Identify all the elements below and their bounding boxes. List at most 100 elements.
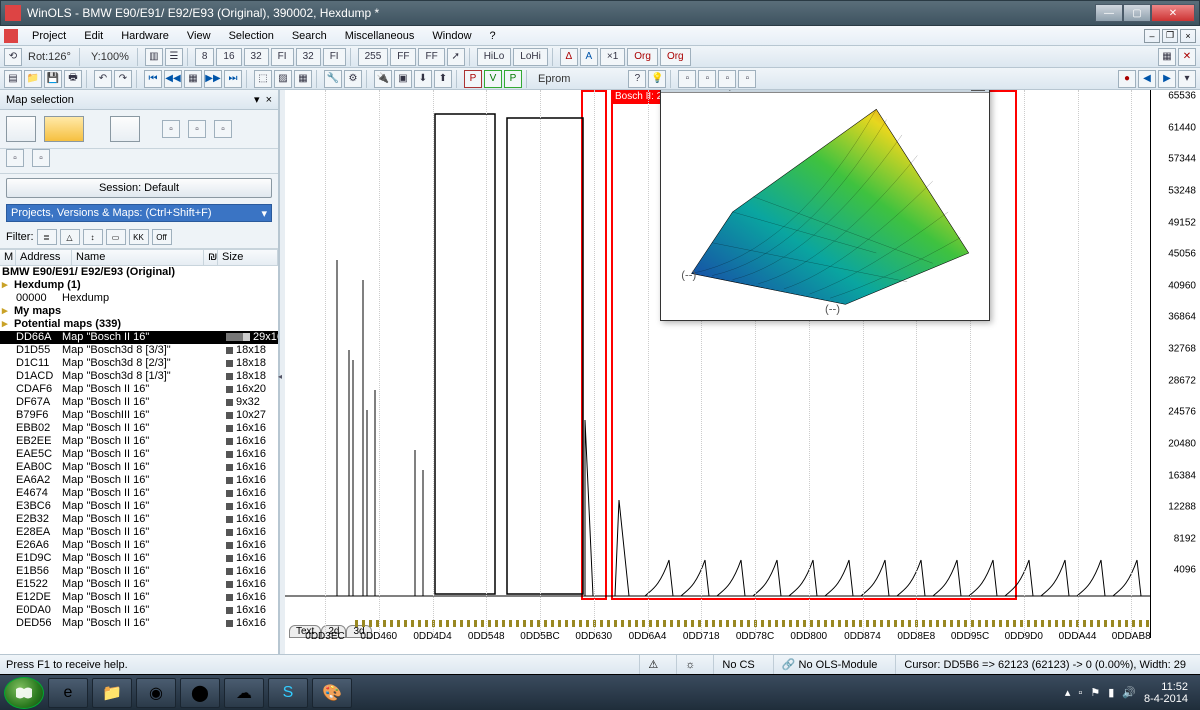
redo-icon[interactable]: ↷ — [114, 70, 132, 88]
new-icon[interactable]: ▤ — [4, 70, 22, 88]
mdi-minimize[interactable]: – — [1144, 29, 1160, 43]
chip-icon[interactable]: ▦ — [1158, 48, 1176, 66]
panel-close-icon[interactable]: × — [266, 94, 272, 106]
list-item[interactable]: 00000Hexdump — [0, 292, 278, 305]
tray-vol-icon[interactable]: 🔊 — [1122, 686, 1136, 699]
col-address[interactable]: Address — [16, 250, 72, 265]
x1-button[interactable]: ×1 — [600, 48, 625, 66]
rec-icon[interactable]: ● — [1118, 70, 1136, 88]
tray-up-icon[interactable]: ▴ — [1065, 686, 1071, 699]
minimize-button[interactable]: — — [1095, 4, 1123, 22]
taskbar-skype-icon[interactable]: S — [268, 678, 308, 708]
t2-icon[interactable]: ▫ — [698, 70, 716, 88]
val-ff1[interactable]: FF — [390, 48, 416, 66]
refresh-icon[interactable]: ⟲ — [4, 48, 22, 66]
t3-icon[interactable]: ▫ — [718, 70, 736, 88]
list-item[interactable]: CDAF6Map "Bosch II 16"16x20 — [0, 383, 278, 396]
system-tray[interactable]: ▴ ▫ ⚑ ▮ 🔊 11:52 8-4-2014 — [1057, 681, 1196, 705]
float-fi1[interactable]: FI — [271, 48, 294, 66]
arrow-icon[interactable]: ➚ — [447, 48, 465, 66]
list-item[interactable]: B79F6Map "BoschIII 16"10x27 — [0, 409, 278, 422]
menu-hardware[interactable]: Hardware — [113, 28, 177, 44]
download-icon[interactable]: ⬇ — [414, 70, 432, 88]
chip2-icon[interactable]: ▣ — [394, 70, 412, 88]
search-combo[interactable]: Projects, Versions & Maps: (Ctrl+Shift+F… — [6, 204, 272, 222]
filter-btn-off[interactable]: Off — [152, 229, 172, 245]
list-item[interactable]: E28EAMap "Bosch II 16"16x16 — [0, 526, 278, 539]
nav-last-icon[interactable]: ⏭ — [224, 70, 242, 88]
lt3-icon[interactable]: ▫ — [214, 120, 232, 138]
org2-button[interactable]: Org — [660, 48, 691, 66]
menu-window[interactable]: Window — [424, 28, 479, 44]
save-icon[interactable]: 💾 — [44, 70, 62, 88]
help-pointer-icon[interactable]: ? — [628, 70, 646, 88]
list-item[interactable]: ▸Hexdump (1) — [0, 279, 278, 292]
maximize-button[interactable]: ▢ — [1123, 4, 1151, 22]
select-a-icon[interactable]: ⬚ — [254, 70, 272, 88]
val-255[interactable]: 255 — [358, 48, 389, 66]
lt5-icon[interactable]: ▫ — [32, 149, 50, 167]
t1-icon[interactable]: ▫ — [678, 70, 696, 88]
list-item[interactable]: EBB02Map "Bosch II 16"16x16 — [0, 422, 278, 435]
bits-8[interactable]: 8 — [195, 48, 215, 66]
close-tool-icon[interactable]: ✕ — [1178, 48, 1196, 66]
list-item[interactable]: EB2EEMap "Bosch II 16"16x16 — [0, 435, 278, 448]
lt1-icon[interactable]: ▫ — [162, 120, 180, 138]
help-bulb-icon[interactable]: 💡 — [648, 70, 666, 88]
list-item[interactable]: EAE5CMap "Bosch II 16"16x16 — [0, 448, 278, 461]
list-item[interactable]: E0DA0Map "Bosch II 16"16x16 — [0, 604, 278, 617]
list-item[interactable]: D1D55Map "Bosch3d 8 [3/3]"18x18 — [0, 344, 278, 357]
tray-app-icon[interactable]: ▫ — [1078, 687, 1082, 699]
nav-first-icon[interactable]: ⏮ — [144, 70, 162, 88]
session-button[interactable]: Session: Default — [6, 178, 272, 198]
list-item[interactable]: E4674Map "Bosch II 16"16x16 — [0, 487, 278, 500]
taskbar-winols-icon[interactable]: ⬤ — [180, 678, 220, 708]
filter-btn-3[interactable]: ↕ — [83, 229, 103, 245]
filter-btn-2[interactable]: △ — [60, 229, 80, 245]
t4-icon[interactable]: ▫ — [738, 70, 756, 88]
play-prev-icon[interactable]: ◀ — [1138, 70, 1156, 88]
list-item[interactable]: E1522Map "Bosch II 16"16x16 — [0, 578, 278, 591]
map-list[interactable]: BMW E90/E91/ E92/E93 (Original)▸Hexdump … — [0, 266, 278, 654]
list-item[interactable]: ▸My maps — [0, 305, 278, 318]
menu-project[interactable]: Project — [24, 28, 74, 44]
col-size[interactable]: Size — [218, 250, 278, 265]
taskbar-cloud-icon[interactable]: ☁ — [224, 678, 264, 708]
view-bars-icon[interactable]: ▥ — [145, 48, 163, 66]
taskbar-paint-icon[interactable]: 🎨 — [312, 678, 352, 708]
col-m[interactable]: M — [0, 250, 16, 265]
taskbar-ie-icon[interactable]: е — [48, 678, 88, 708]
filter-btn-5[interactable]: KK — [129, 229, 149, 245]
preview-window[interactable]: Preview : Map "Bosch II 16" × — [660, 90, 990, 321]
delta-button[interactable]: Δ — [560, 48, 578, 66]
mdi-close[interactable]: × — [1180, 29, 1196, 43]
p-button[interactable]: P — [464, 70, 482, 88]
menu-help[interactable]: ? — [482, 28, 504, 44]
p2-button[interactable]: P — [504, 70, 522, 88]
select-c-icon[interactable]: ▦ — [294, 70, 312, 88]
overview-bar[interactable] — [355, 620, 1150, 627]
more-icon[interactable]: ▾ — [1178, 70, 1196, 88]
tray-net-icon[interactable]: ▮ — [1108, 686, 1114, 699]
bits-32[interactable]: 32 — [244, 48, 269, 66]
print-icon[interactable]: 🖶 — [64, 70, 82, 88]
bits-32b[interactable]: 32 — [296, 48, 321, 66]
list-item[interactable]: DD66AMap "Bosch II 16"29x16 — [0, 331, 278, 344]
list-item[interactable]: ▸Potential maps (339) — [0, 318, 278, 331]
tool-gear-icon[interactable]: ⚙ — [344, 70, 362, 88]
list-item[interactable]: D1C11Map "Bosch3d 8 [2/3]"18x18 — [0, 357, 278, 370]
list-item[interactable]: E26A6Map "Bosch II 16"16x16 — [0, 539, 278, 552]
list-item[interactable]: E2B32Map "Bosch II 16"16x16 — [0, 513, 278, 526]
select-b-icon[interactable]: ▨ — [274, 70, 292, 88]
menu-edit[interactable]: Edit — [76, 28, 111, 44]
list-item[interactable]: E12DEMap "Bosch II 16"16x16 — [0, 591, 278, 604]
save-project-button[interactable] — [6, 116, 36, 142]
play-next-icon[interactable]: ▶ — [1158, 70, 1176, 88]
clock[interactable]: 11:52 8-4-2014 — [1144, 681, 1188, 705]
menu-search[interactable]: Search — [284, 28, 335, 44]
filter-btn-4[interactable]: ▭ — [106, 229, 126, 245]
v-button[interactable]: V — [484, 70, 502, 88]
col-icon[interactable]: ₪ — [204, 250, 218, 265]
menu-misc[interactable]: Miscellaneous — [337, 28, 423, 44]
menu-selection[interactable]: Selection — [221, 28, 282, 44]
